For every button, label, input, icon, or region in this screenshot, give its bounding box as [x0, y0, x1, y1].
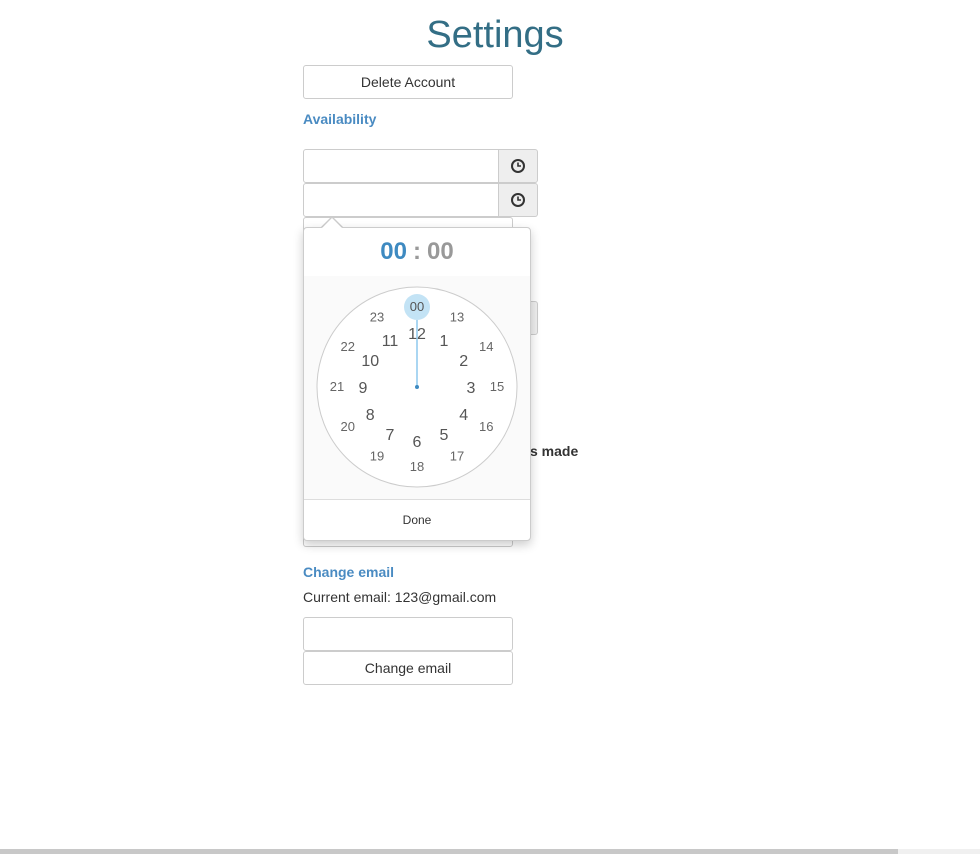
change-email-heading: Change email [303, 564, 395, 580]
hidden-text-fragment: s made [530, 443, 579, 459]
clock-face-area: 00 13 14 15 16 17 18 19 20 21 22 23 12 1 2 3 4 5 6 7 8 9 10 11 [304, 276, 530, 500]
clock-hour-outer[interactable]: 00 [410, 299, 424, 314]
current-email-text: Current email: 123@gmail.com [303, 589, 497, 605]
clock-hour-outer[interactable]: 18 [410, 459, 424, 474]
clock-hour-outer[interactable]: 20 [340, 419, 354, 434]
page-title: Settings [426, 14, 564, 56]
time-separator: : [413, 238, 421, 265]
clock-icon [511, 193, 525, 207]
end-time-clock-button[interactable] [499, 183, 538, 217]
clock-hour-outer[interactable]: 19 [370, 448, 384, 463]
clock-hour-inner[interactable]: 10 [361, 353, 379, 370]
clock-hour-inner[interactable]: 4 [459, 407, 468, 424]
minutes-display[interactable]: 00 [427, 238, 454, 265]
clock-hour-inner[interactable]: 9 [359, 380, 368, 397]
clock-hour-inner[interactable]: 7 [386, 427, 395, 444]
clock-hour-inner[interactable]: 3 [467, 380, 476, 397]
delete-account-button[interactable]: Delete Account [303, 65, 513, 99]
clock-hour-outer[interactable]: 23 [370, 310, 384, 325]
done-button[interactable]: Done [304, 499, 530, 540]
clock-hour-outer[interactable]: 15 [490, 379, 504, 394]
availability-heading: Availability [303, 111, 377, 127]
horizontal-scrollbar-thumb[interactable] [0, 849, 898, 854]
clock-hour-outer[interactable]: 22 [340, 339, 354, 354]
clock-icon [511, 159, 525, 173]
clock-center-dot [415, 385, 419, 389]
popover-arrow-inner [322, 218, 342, 228]
change-email-button[interactable]: Change email [303, 651, 513, 685]
start-time-input[interactable] [303, 149, 499, 183]
clock-hour-outer[interactable]: 21 [330, 379, 344, 394]
clock-hour-inner[interactable]: 1 [440, 333, 449, 350]
clock-dial[interactable]: 00131415161718192021222312 1234567891011 [304, 276, 530, 500]
hours-display[interactable]: 00 [380, 238, 407, 265]
clock-hour-inner[interactable]: 2 [459, 353, 468, 370]
clock-hour-inner[interactable]: 11 [382, 333, 399, 350]
clock-hour-outer[interactable]: 13 [450, 310, 464, 325]
end-time-input[interactable] [303, 183, 499, 217]
time-picker-popover: 00:00 00 13 14 15 16 17 18 19 20 21 22 23 12 1 2 3 4 5 6 7 8… [303, 227, 531, 541]
clock-hour-outer[interactable]: 16 [479, 419, 493, 434]
clock-hour-inner[interactable]: 5 [440, 427, 449, 444]
clock-hour-inner[interactable]: 6 [413, 434, 422, 451]
clock-hour-outer[interactable]: 14 [479, 339, 493, 354]
clock-hour-inner[interactable]: 8 [366, 407, 375, 424]
clock-hour-outer[interactable]: 17 [450, 448, 464, 463]
start-time-clock-button[interactable] [499, 149, 538, 183]
clock-hour-inner[interactable]: 12 [408, 326, 426, 343]
new-email-input[interactable] [303, 617, 513, 651]
time-picker-header: 00:00 [304, 228, 530, 277]
